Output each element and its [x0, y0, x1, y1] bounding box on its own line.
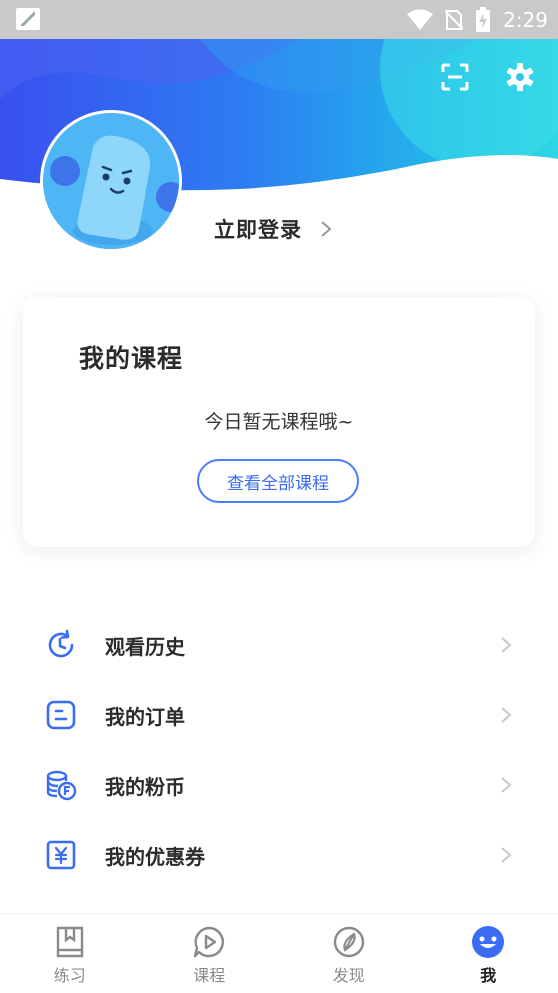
no-sim-icon [445, 9, 463, 31]
status-icons: 2:29 [407, 0, 548, 39]
tab-label: 我 [480, 962, 496, 986]
coupon-icon [45, 839, 77, 871]
menu-item-label: 我的订单 [105, 701, 185, 730]
scan-icon[interactable] [440, 62, 470, 92]
menu-item-my-orders[interactable]: 我的订单 [0, 680, 558, 750]
smiley-icon [470, 924, 506, 960]
compass-icon [331, 924, 367, 960]
status-bar: 2:29 [0, 0, 558, 39]
no-courses-message: 今日暂无课程哦~ [23, 407, 535, 434]
tab-label: 课程 [193, 962, 225, 986]
menu-item-my-coins[interactable]: 我的粉币 [0, 750, 558, 820]
menu-item-watch-history[interactable]: 观看历史 [0, 610, 558, 680]
play-icon [191, 924, 227, 960]
my-courses-card: 我的课程 今日暂无课程哦~ 查看全部课程 [23, 297, 535, 547]
clock-history-icon [45, 629, 77, 661]
notification-app-icon [16, 8, 40, 30]
coin-stack-icon [45, 769, 77, 801]
tab-courses[interactable]: 课程 [140, 914, 280, 993]
tab-me[interactable]: 我 [419, 914, 558, 993]
chevron-right-icon [500, 636, 512, 654]
bottom-tab-bar: 练习 课程 发现 我 [0, 913, 558, 993]
menu-item-label: 我的优惠券 [105, 841, 205, 870]
menu-item-my-coupons[interactable]: 我的优惠券 [0, 820, 558, 890]
my-courses-title: 我的课程 [79, 339, 183, 375]
view-all-courses-button[interactable]: 查看全部课程 [197, 459, 359, 503]
profile-menu-list: 观看历史 我的订单 我的粉币 我的优惠券 [0, 610, 558, 890]
mascot-avatar-icon [43, 113, 182, 252]
book-icon [52, 924, 88, 960]
chevron-right-icon [500, 776, 512, 794]
chevron-right-icon [500, 846, 512, 864]
tab-practice[interactable]: 练习 [0, 914, 140, 993]
tab-label: 发现 [333, 962, 365, 986]
chevron-right-icon [320, 220, 332, 238]
menu-item-label: 我的粉币 [105, 771, 185, 800]
login-link[interactable]: 立即登录 [214, 214, 332, 244]
avatar[interactable] [40, 110, 182, 252]
order-icon [45, 699, 77, 731]
battery-charging-icon [475, 7, 491, 33]
status-time: 2:29 [503, 8, 548, 32]
tab-discover[interactable]: 发现 [279, 914, 419, 993]
chevron-right-icon [500, 706, 512, 724]
tab-label: 练习 [54, 962, 86, 986]
wifi-icon [407, 9, 433, 31]
login-label: 立即登录 [214, 214, 302, 244]
menu-item-label: 观看历史 [105, 631, 185, 660]
settings-gear-icon[interactable] [505, 62, 535, 92]
